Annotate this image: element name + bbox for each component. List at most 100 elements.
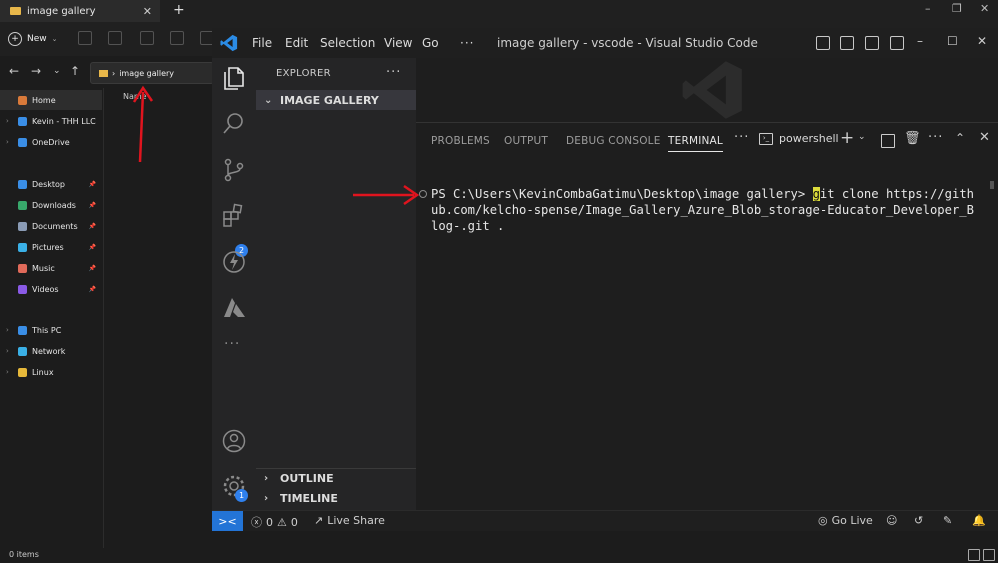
maximize-icon[interactable]: ☐: [947, 34, 958, 48]
sidebar-item-label: Desktop: [32, 179, 65, 189]
source-control-icon[interactable]: [220, 156, 248, 184]
sidebar-item-kevin-thh-llc[interactable]: › Kevin - THH LLC: [0, 111, 102, 131]
close-window-icon[interactable]: ✕: [977, 34, 987, 48]
history-icon[interactable]: ↺: [914, 514, 923, 527]
menu-item-edit[interactable]: Edit: [285, 36, 308, 50]
toggle-secondary-sidebar-icon[interactable]: [865, 36, 879, 50]
tab-debug-console[interactable]: DEBUG CONSOLE: [566, 135, 661, 147]
terminal-scrollbar[interactable]: [990, 181, 994, 189]
azure-icon[interactable]: [220, 294, 248, 322]
menu-more[interactable]: ···: [460, 36, 474, 50]
chevron-right-icon[interactable]: ›: [6, 347, 14, 355]
customize-layout-icon[interactable]: [890, 36, 904, 50]
explorer-more-actions[interactable]: ···: [386, 65, 401, 80]
terminal-shell-selector[interactable]: ›_ powershell: [759, 132, 839, 145]
menu-item-selection[interactable]: Selection: [320, 36, 375, 50]
folder-section-label: IMAGE GALLERY: [280, 93, 379, 107]
recent-chevron-icon[interactable]: ⌄: [53, 66, 61, 76]
live-share-status[interactable]: ↗ Live Share: [314, 514, 385, 527]
pin-icon[interactable]: 📌: [89, 244, 96, 251]
outline-section-header[interactable]: › OUTLINE: [256, 468, 416, 488]
address-bar[interactable]: › image gallery: [90, 62, 214, 84]
split-terminal-icon[interactable]: [881, 134, 895, 148]
view-toggle[interactable]: [968, 549, 995, 561]
go-live-label: Go Live: [831, 514, 873, 527]
maximize-panel-icon[interactable]: ⌃: [955, 131, 965, 145]
chevron-right-icon[interactable]: ›: [6, 117, 14, 125]
close-icon[interactable]: ✕: [143, 5, 152, 18]
extensions-icon[interactable]: [220, 202, 248, 230]
menu-item-file[interactable]: File: [252, 36, 272, 50]
chevron-right-icon[interactable]: ›: [6, 368, 14, 376]
error-icon: ⓧ: [251, 516, 262, 529]
search-icon[interactable]: [220, 110, 248, 138]
forward-icon[interactable]: →: [31, 64, 41, 78]
thunder-client-icon[interactable]: [220, 248, 248, 276]
sidebar-item-linux[interactable]: › Linux: [0, 362, 102, 382]
back-icon[interactable]: ←: [9, 64, 19, 78]
pin-icon[interactable]: 📌: [89, 202, 96, 209]
sidebar-item-music[interactable]: Music 📌: [0, 258, 102, 278]
sidebar-item-downloads[interactable]: Downloads 📌: [0, 195, 102, 215]
sidebar-item-pictures[interactable]: Pictures 📌: [0, 237, 102, 257]
tiles-view-icon[interactable]: [983, 549, 995, 561]
annotation-arrow-right: [353, 184, 420, 206]
vscode-window: File Edit Selection View Go ··· image galler…: [212, 28, 998, 531]
pin-icon[interactable]: 📌: [89, 265, 96, 272]
command-decoration-icon: [419, 190, 427, 198]
paste-icon[interactable]: [140, 31, 154, 45]
more-views-icon[interactable]: ···: [224, 336, 240, 352]
feedback-icon[interactable]: ✎: [943, 514, 952, 527]
chevron-right-icon[interactable]: ›: [6, 326, 14, 334]
terminal-output[interactable]: PS C:\Users\KevinCombaGatimu\Desktop\ima…: [419, 186, 974, 234]
sidebar-item-onedrive[interactable]: › OneDrive: [0, 132, 102, 152]
tab-terminal[interactable]: TERMINAL: [668, 135, 723, 152]
sidebar-item-desktop[interactable]: Desktop 📌: [0, 174, 102, 194]
details-view-icon[interactable]: [968, 549, 980, 561]
sidebar-item-this-pc[interactable]: › This PC: [0, 320, 102, 340]
close-window-icon[interactable]: ✕: [980, 2, 989, 15]
chevron-right-icon[interactable]: ›: [6, 138, 14, 146]
more-actions-icon[interactable]: ···: [928, 130, 943, 145]
rename-icon[interactable]: [170, 31, 184, 45]
toggle-panel-icon[interactable]: [840, 36, 854, 50]
folder-section-header[interactable]: ⌄ IMAGE GALLERY: [256, 90, 416, 110]
explorer-files-icon[interactable]: [220, 64, 248, 92]
new-tab-button[interactable]: +: [173, 2, 185, 18]
sidebar-item-documents[interactable]: Documents 📌: [0, 216, 102, 236]
toggle-primary-sidebar-icon[interactable]: [816, 36, 830, 50]
up-icon[interactable]: ↑: [70, 64, 80, 78]
tab-problems[interactable]: PROBLEMS: [431, 135, 490, 147]
go-live-status[interactable]: ◎ Go Live: [818, 514, 873, 527]
explorer-tab[interactable]: image gallery ✕: [0, 0, 160, 22]
panel-more-tabs[interactable]: ···: [734, 130, 749, 145]
sidebar-item-home[interactable]: Home: [0, 90, 102, 110]
remote-indicator-icon[interactable]: ><: [212, 511, 243, 531]
close-panel-icon[interactable]: ✕: [979, 130, 990, 145]
pin-icon[interactable]: 📌: [89, 181, 96, 188]
terminal-dropdown-icon[interactable]: ⌄: [858, 132, 866, 142]
copilot-icon[interactable]: ☺: [886, 514, 897, 527]
minimize-icon[interactable]: –: [917, 34, 923, 48]
cut-icon[interactable]: [78, 31, 92, 45]
tab-output[interactable]: OUTPUT: [504, 135, 548, 147]
minimize-icon[interactable]: –: [925, 2, 931, 15]
trash-icon[interactable]: 🗑: [904, 131, 921, 146]
menu-item-go[interactable]: Go: [422, 36, 439, 50]
menu-item-view[interactable]: View: [384, 36, 412, 50]
new-button[interactable]: + New ⌄: [8, 30, 58, 48]
pin-icon[interactable]: 📌: [89, 286, 96, 293]
sidebar-item-label: Home: [32, 95, 56, 105]
notifications-bell-icon[interactable]: 🔔: [972, 514, 986, 527]
copy-icon[interactable]: [108, 31, 122, 45]
problems-status[interactable]: ⓧ 0 ⚠ 0: [251, 514, 298, 530]
pin-icon[interactable]: 📌: [89, 223, 96, 230]
restore-icon[interactable]: ❐: [952, 2, 962, 15]
navigation-pane: [0, 88, 104, 548]
sidebar-item-videos[interactable]: Videos 📌: [0, 279, 102, 299]
sidebar-item-label: Videos: [32, 284, 59, 294]
accounts-icon[interactable]: [220, 427, 248, 455]
new-terminal-icon[interactable]: +: [840, 128, 854, 148]
sidebar-item-network[interactable]: › Network: [0, 341, 102, 361]
timeline-section-header[interactable]: › TIMELINE: [256, 488, 416, 508]
